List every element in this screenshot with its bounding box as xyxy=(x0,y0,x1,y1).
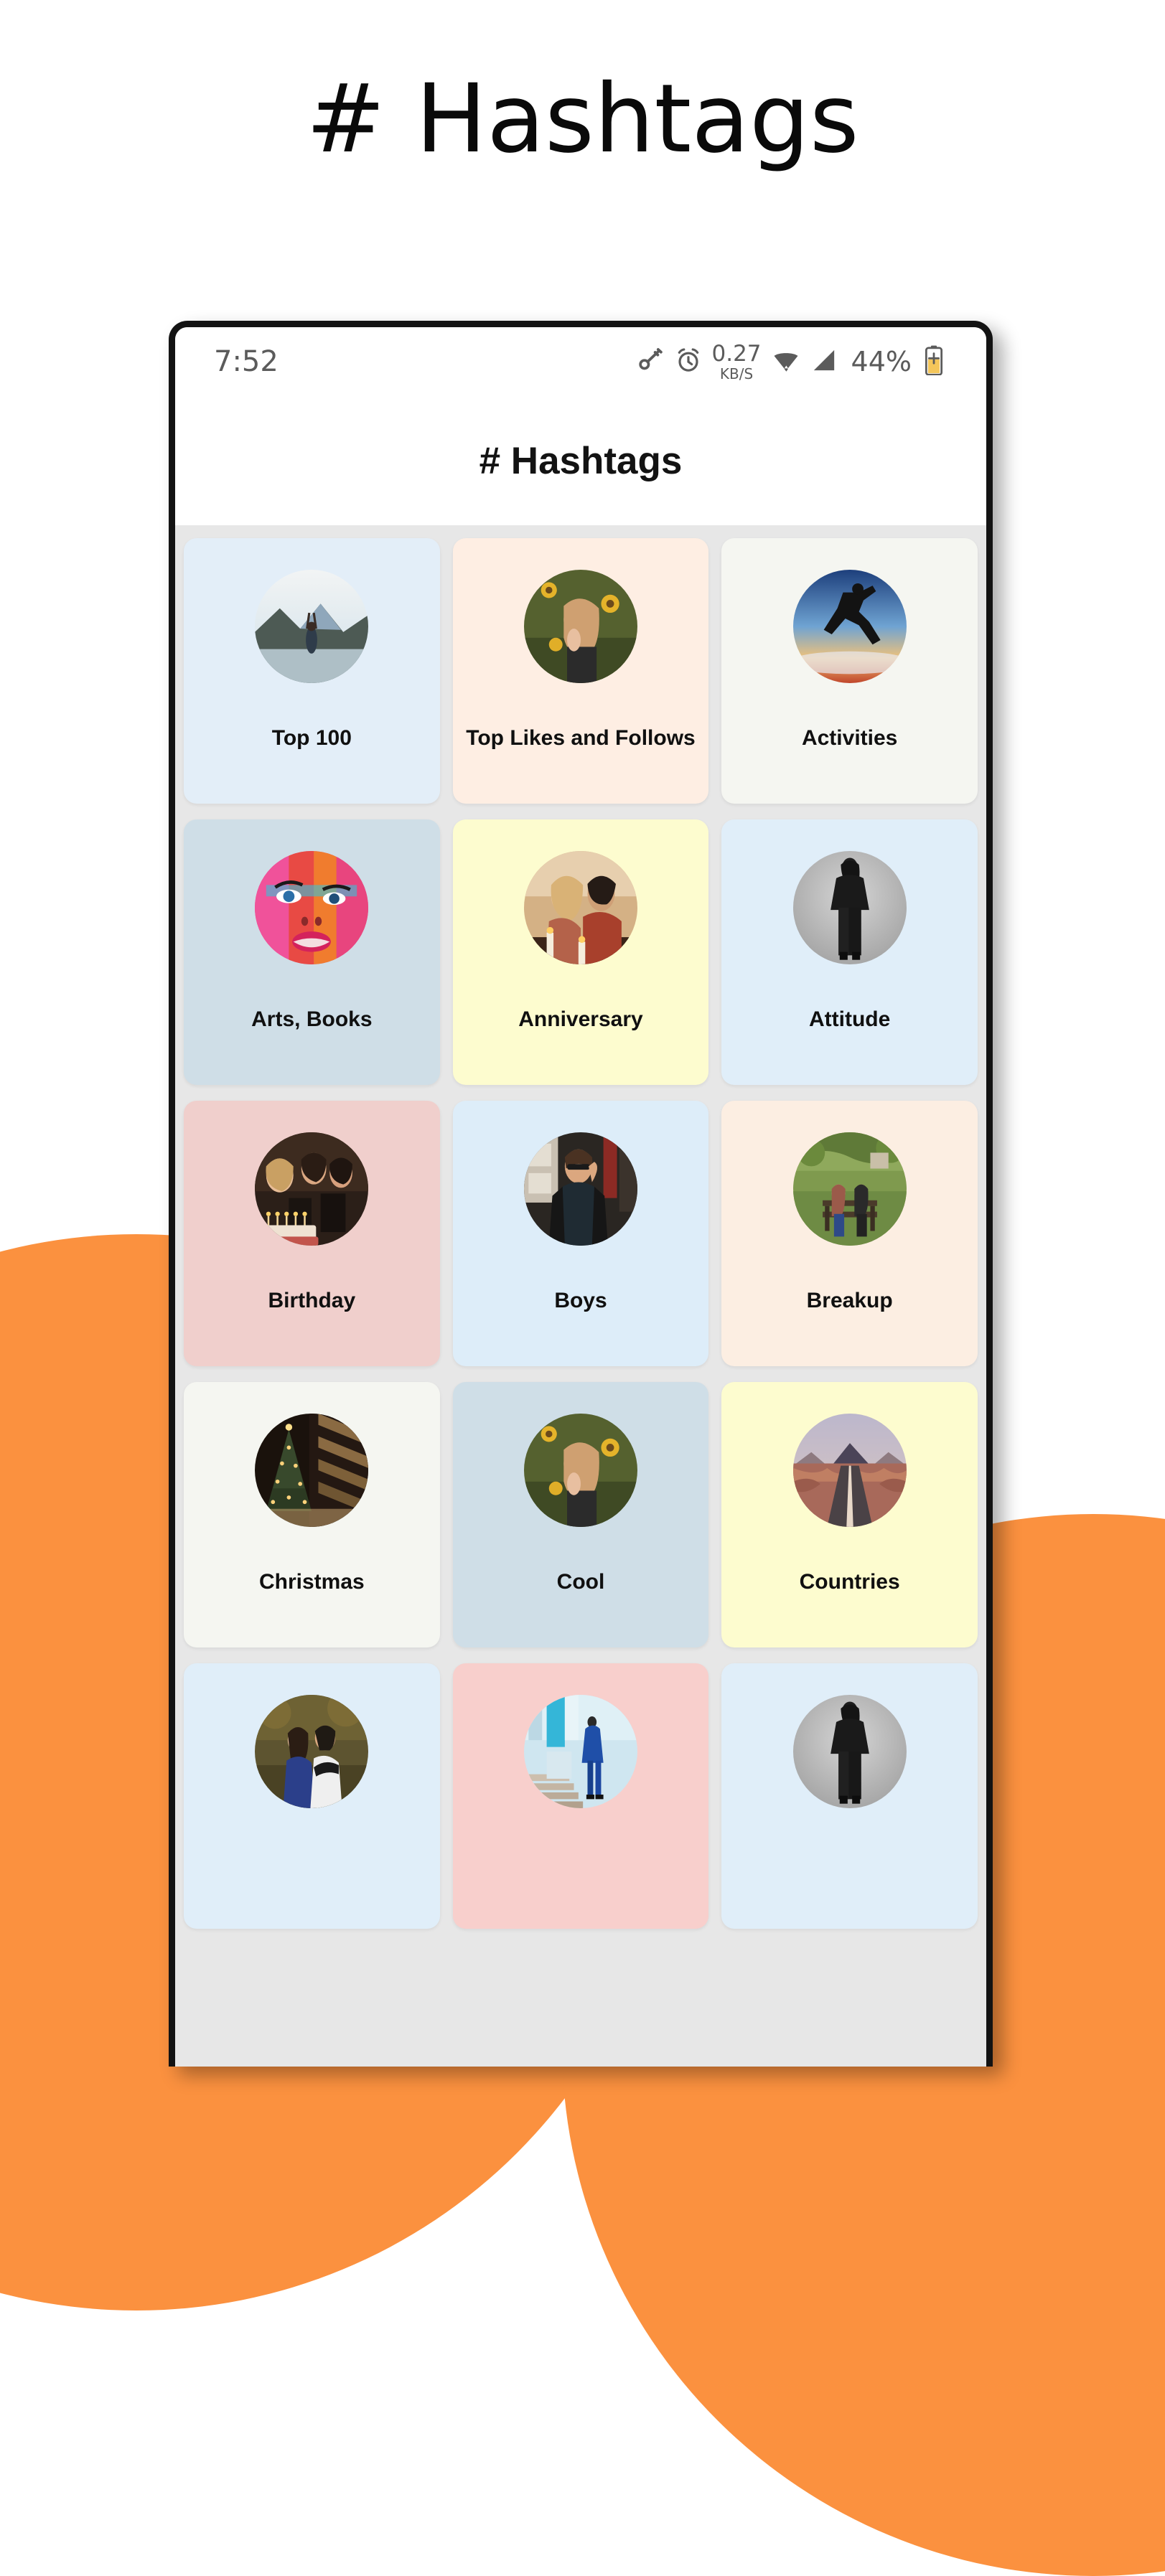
hashtag-category-label: Breakup xyxy=(806,1289,893,1312)
hashtag-category-label: Arts, Books xyxy=(251,1007,373,1031)
page-title: # Hashtags xyxy=(306,64,859,174)
hashtag-category-card[interactable]: Breakup xyxy=(721,1101,978,1366)
status-bar-icons: 0.27 KB/S 44% xyxy=(637,340,945,382)
status-bar-clock: 7:52 xyxy=(214,345,279,378)
hashtag-category-label: Boys xyxy=(554,1289,607,1312)
hashtag-category-card[interactable]: Top Likes and Follows xyxy=(452,538,709,804)
hashtag-category-card[interactable]: Top 100 xyxy=(184,538,440,804)
battery-percentage-label: 44% xyxy=(851,346,912,377)
network-speed-indicator: 0.27 KB/S xyxy=(711,340,762,382)
woman-black-outfit-gray-background-photo xyxy=(792,1695,907,1808)
hashtag-category-card[interactable]: Cool xyxy=(452,1382,709,1647)
silhouette-jumping-man-sunset-photo xyxy=(792,570,907,683)
hashtag-grid: Top 100 Top Likes and Follows Activities Ar… xyxy=(184,538,978,1929)
colorful-painted-face-art-photo xyxy=(255,851,369,964)
hashtag-category-card[interactable]: Arts, Books xyxy=(184,819,440,1085)
hashtag-category-card[interactable]: Activities xyxy=(721,538,978,804)
romantic-couple-outdoors-photo xyxy=(255,1695,369,1808)
hashtag-grid-scroll-area[interactable]: Top 100 Top Likes and Follows Activities Ar… xyxy=(175,525,986,2067)
woman-sunflower-field-photo xyxy=(523,570,637,683)
hashtag-category-card[interactable]: Birthday xyxy=(184,1101,440,1366)
app-bar-title: # Hashtags xyxy=(479,439,683,482)
hashtag-category-label: Christmas xyxy=(258,1570,365,1594)
hashtag-category-label: Anniversary xyxy=(518,1007,643,1031)
hashtag-category-label: Countries xyxy=(799,1570,900,1594)
couple-on-park-bench-photo xyxy=(792,1132,907,1246)
hashtag-category-card[interactable]: Countries xyxy=(721,1382,978,1647)
app-bar: # Hashtags xyxy=(175,396,986,525)
battery-charging-icon xyxy=(923,345,945,379)
hashtag-category-card[interactable]: Christmas xyxy=(184,1382,440,1647)
hashtag-category-card[interactable] xyxy=(184,1663,440,1929)
alarm-clock-icon xyxy=(674,346,703,378)
woman-sunflower-field-photo xyxy=(523,1414,637,1527)
woman-black-outfit-gray-background-photo xyxy=(792,851,907,964)
woman-arms-raised-mountain-lake-photo xyxy=(255,570,369,683)
man-blue-suit-stairs-photo xyxy=(523,1695,637,1808)
young-man-sunglasses-street-photo xyxy=(523,1132,637,1246)
hashtag-category-label: Birthday xyxy=(268,1289,356,1312)
christmas-tree-lights-interior-photo xyxy=(255,1414,369,1527)
cellular-signal-icon xyxy=(810,346,838,378)
hashtag-category-label: Cool xyxy=(556,1570,605,1594)
hashtag-category-label: Top 100 xyxy=(271,726,352,750)
hashtag-category-label: Top Likes and Follows xyxy=(466,726,696,750)
vpn-key-icon xyxy=(637,346,665,378)
couple-candlelight-dinner-photo xyxy=(523,851,637,964)
hashtag-category-label: Attitude xyxy=(809,1007,891,1031)
desert-road-mountain-photo xyxy=(792,1414,907,1527)
network-speed-value: 0.27 xyxy=(711,340,762,367)
wifi-icon xyxy=(771,345,801,379)
status-bar: 7:52 0.27 KB/S 44% xyxy=(175,327,986,396)
birthday-cake-candles-party-photo xyxy=(255,1132,369,1246)
hashtag-category-card[interactable]: Boys xyxy=(452,1101,709,1366)
phone-device-frame: 7:52 0.27 KB/S 44% # Hashtags Top 100 To… xyxy=(169,321,993,2067)
hashtag-category-card[interactable] xyxy=(452,1663,709,1929)
network-speed-unit: KB/S xyxy=(719,365,754,382)
hashtag-category-card[interactable]: Attitude xyxy=(721,819,978,1085)
hashtag-category-label: Activities xyxy=(801,726,898,750)
hashtag-category-card[interactable] xyxy=(721,1663,978,1929)
hashtag-category-card[interactable]: Anniversary xyxy=(452,819,709,1085)
